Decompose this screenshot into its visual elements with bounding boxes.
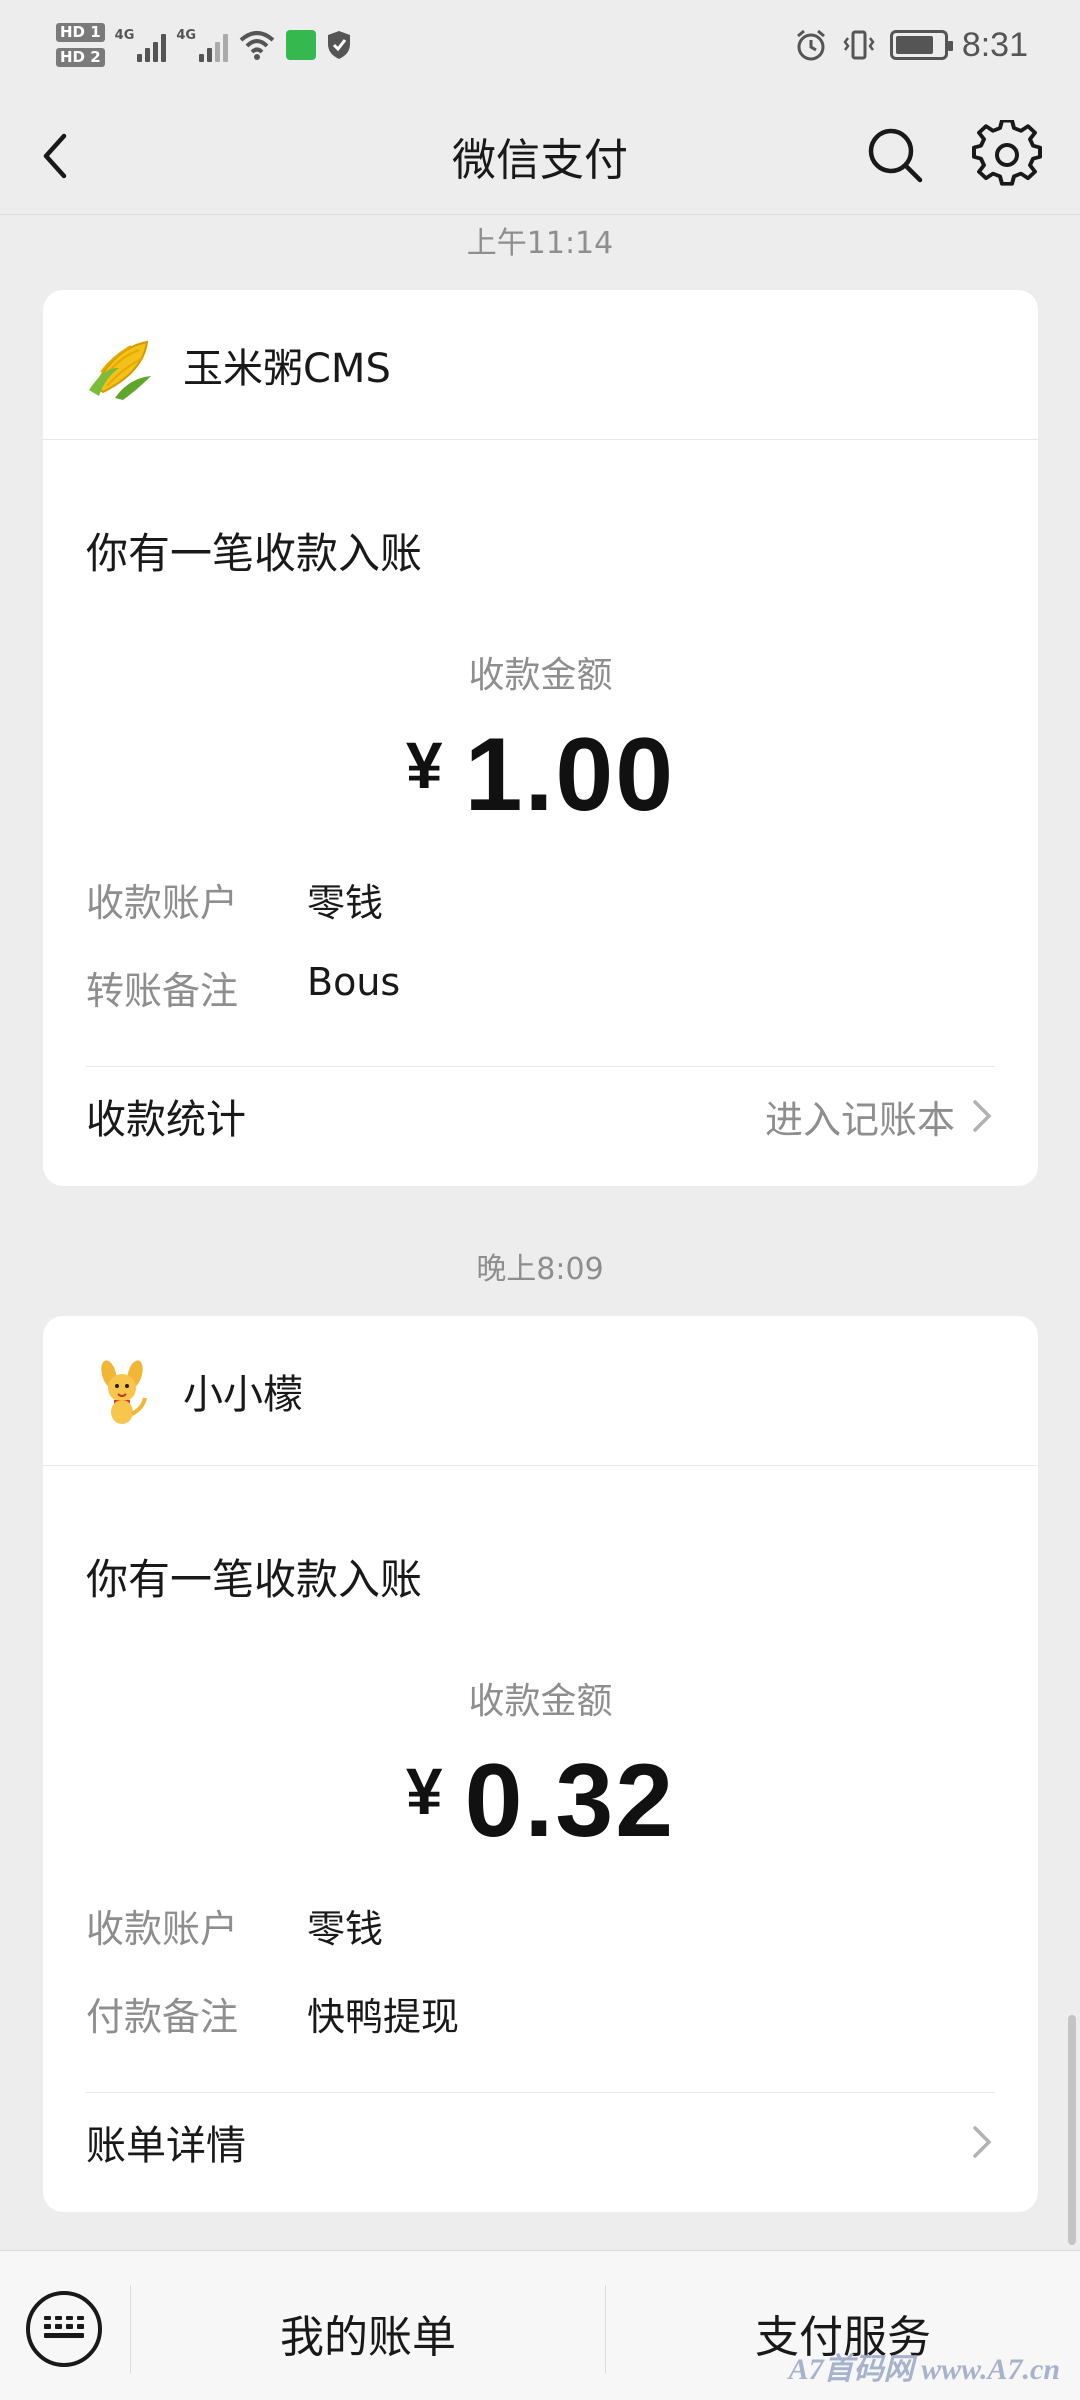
battery-level: [895, 36, 933, 54]
payment-message-card[interactable]: 小小檬 你有一笔收款入账 收款金额 ¥0.32 收款账户 零钱 付款备注 快鸭提…: [43, 1316, 1038, 2212]
message-headline: 你有一笔收款入账: [86, 1555, 423, 1604]
amount-value: 1.00: [464, 717, 676, 833]
hd1-badge: HD 1: [56, 23, 105, 42]
footer-action[interactable]: 进入记账本: [765, 1089, 995, 1144]
message-time: 晚上8:09: [476, 1252, 604, 1287]
chevron-right-icon: [973, 2126, 992, 2158]
signal-icon-2: 4G: [176, 28, 229, 62]
scrollbar[interactable]: [1068, 2015, 1076, 2245]
detail-key: 转账备注: [86, 969, 239, 1013]
card-body: 你有一笔收款入账 收款金额 ¥0.32 收款账户 零钱 付款备注 快鸭提现 账单…: [43, 1466, 1038, 2211]
network-type-2: 4G: [176, 28, 197, 43]
detail-key: 付款备注: [86, 1995, 239, 2039]
detail-row: 收款账户 零钱: [86, 872, 383, 927]
status-left: HD 1 HD 2 4G 4G: [56, 18, 352, 72]
my-bills-button[interactable]: 我的账单: [131, 2301, 605, 2365]
card-footer-link[interactable]: 收款统计 进入记账本: [86, 1081, 995, 1151]
status-bar: HD 1 HD 2 4G 4G 8:31: [0, 0, 1080, 90]
merchant-name: 玉米粥CMS: [183, 345, 391, 392]
message-headline: 你有一笔收款入账: [86, 529, 423, 578]
detail-value: 快鸭提现: [307, 1995, 460, 2039]
card-header[interactable]: 玉米粥CMS: [43, 290, 1038, 440]
amount-label: 收款金额: [468, 1681, 613, 1722]
battery-icon: [889, 30, 953, 60]
dog-avatar: [101, 1359, 147, 1424]
gear-icon: [972, 120, 1042, 186]
card-body: 你有一笔收款入账 收款金额 ¥1.00 收款账户 零钱 转账备注 Bous 收款…: [43, 440, 1038, 1185]
detail-key: 收款账户: [86, 881, 239, 925]
currency-symbol: ¥: [405, 728, 443, 802]
merchant-name: 小小檬: [183, 1371, 303, 1418]
settings-button[interactable]: [972, 120, 1042, 190]
chevron-right-icon: [973, 1100, 992, 1132]
payment-message-card[interactable]: 玉米粥CMS 你有一笔收款入账 收款金额 ¥1.00 收款账户 零钱 转账备注 …: [43, 290, 1038, 1186]
network-type-1: 4G: [114, 28, 135, 43]
nav-divider: [0, 214, 1080, 215]
amount-display: ¥1.00: [43, 716, 1038, 835]
card-header[interactable]: 小小檬: [43, 1316, 1038, 1466]
search-button[interactable]: [862, 122, 928, 188]
status-time: 8:31: [961, 25, 1028, 64]
detail-value: Bous: [307, 960, 401, 1004]
footer-action[interactable]: [969, 2122, 995, 2162]
bottom-bar: 我的账单 支付服务 A7首码网 www.A7.cn: [0, 2250, 1080, 2400]
footer-action-label: 进入记账本: [764, 1097, 955, 1142]
detail-row: 付款备注 快鸭提现: [86, 1986, 459, 2041]
amount-display: ¥0.32: [43, 1742, 1038, 1861]
amount-label: 收款金额: [468, 655, 613, 696]
corn-avatar: [89, 340, 151, 400]
footer-divider: [86, 2092, 995, 2093]
message-time: 上午11:14: [466, 226, 614, 261]
shield-icon: [328, 31, 351, 59]
detail-value: 零钱: [307, 881, 384, 925]
detail-row: 转账备注 Bous: [86, 960, 400, 1015]
footer-label: 收款统计: [86, 1097, 246, 1143]
detail-row: 收款账户 零钱: [86, 1898, 383, 1953]
app-notification-icon: [286, 30, 317, 60]
detail-key: 收款账户: [86, 1907, 239, 1951]
keyboard-icon: [44, 2316, 84, 2342]
nav-bar: 微信支付: [0, 100, 1080, 212]
card-footer-link[interactable]: 账单详情: [86, 2107, 995, 2177]
footer-label: 账单详情: [86, 2123, 246, 2169]
amount-value: 0.32: [464, 1743, 676, 1859]
vibrate-icon: [843, 30, 875, 60]
watermark: A7首码网 www.A7.cn: [788, 2353, 1060, 2386]
status-right: 8:31: [794, 22, 1028, 68]
hd2-badge: HD 2: [56, 48, 105, 67]
signal-icon: 4G: [115, 28, 167, 62]
detail-value: 零钱: [307, 1907, 384, 1951]
currency-symbol: ¥: [405, 1754, 443, 1828]
alarm-icon: [796, 29, 825, 61]
footer-divider: [86, 1066, 995, 1067]
keyboard-button[interactable]: [26, 2291, 102, 2367]
wifi-icon: [239, 31, 275, 60]
